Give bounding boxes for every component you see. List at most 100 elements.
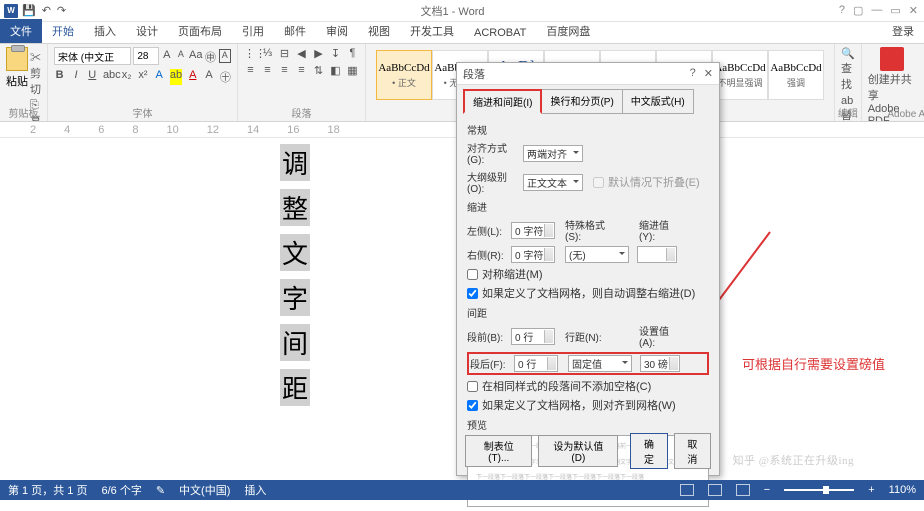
tab-design[interactable]: 设计 xyxy=(126,19,168,43)
doc-char[interactable]: 距 xyxy=(280,369,310,406)
dialog-help-icon[interactable]: ? xyxy=(690,67,696,80)
word-count[interactable]: 6/6 个字 xyxy=(101,482,141,498)
enclose-icon[interactable]: ㊉ xyxy=(220,69,231,85)
doc-char[interactable]: 调 xyxy=(280,144,310,181)
zoom-out-icon[interactable]: − xyxy=(764,484,770,496)
print-view-icon[interactable] xyxy=(708,484,722,496)
tab-asian[interactable]: 中文版式(H) xyxy=(622,89,694,114)
ok-button[interactable]: 确定 xyxy=(630,433,667,469)
align-select[interactable]: 两端对齐 xyxy=(523,145,583,162)
web-view-icon[interactable] xyxy=(736,484,750,496)
align-justify-icon[interactable]: ≡ xyxy=(295,64,308,77)
italic-icon[interactable]: I xyxy=(70,69,81,85)
style-item-7[interactable]: AaBbCcDd强调 xyxy=(768,50,824,100)
left-indent-input[interactable]: 0 字符 xyxy=(511,222,555,239)
read-view-icon[interactable] xyxy=(680,484,694,496)
maximize-icon[interactable]: ▭ xyxy=(890,4,900,17)
show-marks-icon[interactable]: ¶ xyxy=(346,47,359,60)
grid-spacing-checkbox[interactable] xyxy=(467,400,478,411)
superscript-icon[interactable]: x² xyxy=(137,69,148,85)
close-icon[interactable]: ✕ xyxy=(909,4,918,17)
zoom-level[interactable]: 110% xyxy=(889,484,916,496)
tab-references[interactable]: 引用 xyxy=(232,19,274,43)
language-status[interactable]: 中文(中国) xyxy=(179,482,230,498)
tab-view[interactable]: 视图 xyxy=(358,19,400,43)
doc-char[interactable]: 字 xyxy=(280,279,310,316)
noadd-checkbox[interactable] xyxy=(467,381,478,392)
line-spacing-select[interactable]: 固定值 xyxy=(568,355,632,372)
style-item-6[interactable]: AaBbCcDd不明显强调 xyxy=(712,50,768,100)
font-name-select[interactable]: 宋体 (中文正 xyxy=(54,47,131,65)
quick-access-toolbar[interactable]: 💾 ↶ ↷ xyxy=(22,4,66,17)
default-button[interactable]: 设为默认值(D) xyxy=(538,435,618,467)
align-left-icon[interactable]: ≡ xyxy=(244,64,257,77)
grow-font-icon[interactable]: A xyxy=(161,49,173,63)
tab-insert[interactable]: 插入 xyxy=(84,19,126,43)
increase-indent-icon[interactable]: ▶ xyxy=(312,47,325,60)
right-indent-input[interactable]: 0 字符 xyxy=(511,246,555,263)
redo-icon[interactable]: ↷ xyxy=(57,4,66,17)
bullets-icon[interactable]: ⋮⋮ xyxy=(244,47,257,60)
page[interactable]: 调整文字间距 xyxy=(30,138,450,478)
indent-val-input[interactable] xyxy=(637,246,677,263)
tab-developer[interactable]: 开发工具 xyxy=(400,19,464,43)
char-shading-icon[interactable]: A xyxy=(203,69,214,85)
cut-button[interactable]: ✂ 剪切 xyxy=(30,49,41,97)
zoom-slider[interactable] xyxy=(784,489,854,491)
spellcheck-icon[interactable]: ✎ xyxy=(156,484,165,497)
collapse-checkbox[interactable] xyxy=(593,177,604,188)
page-status[interactable]: 第 1 页，共 1 页 xyxy=(8,482,87,498)
tab-mail[interactable]: 邮件 xyxy=(274,19,316,43)
help-icon[interactable]: ? xyxy=(839,4,845,17)
cancel-button[interactable]: 取消 xyxy=(674,433,711,469)
tab-indent-spacing[interactable]: 缩进和间距(I) xyxy=(463,89,542,114)
dialog-close-icon[interactable]: ✕ xyxy=(704,67,713,80)
login-link[interactable]: 登录 xyxy=(882,19,924,43)
tab-file[interactable]: 文件 xyxy=(0,19,42,43)
change-case-icon[interactable]: Aa xyxy=(189,49,202,63)
text-effect-icon[interactable]: A xyxy=(154,69,165,85)
borders-icon[interactable]: ▦ xyxy=(346,64,359,77)
grid-indent-checkbox[interactable] xyxy=(467,288,478,299)
align-right-icon[interactable]: ≡ xyxy=(278,64,291,77)
shading-icon[interactable]: ◧ xyxy=(329,64,342,77)
underline-icon[interactable]: U xyxy=(87,69,98,85)
doc-char[interactable]: 整 xyxy=(280,189,310,226)
ribbon-options-icon[interactable]: ▢ xyxy=(853,4,863,17)
font-size-select[interactable]: 28 xyxy=(133,47,158,65)
dialog-titlebar[interactable]: 段落 ?✕ xyxy=(457,63,719,85)
before-input[interactable]: 0 行 xyxy=(511,328,555,345)
tab-line-page[interactable]: 换行和分页(P) xyxy=(541,89,622,114)
find-button[interactable]: 🔍 查找 xyxy=(841,47,855,92)
tab-baidu[interactable]: 百度网盘 xyxy=(536,19,600,43)
phonetic-icon[interactable]: ㊥ xyxy=(204,49,216,63)
style-item-0[interactable]: AaBbCcDd• 正文 xyxy=(376,50,432,100)
special-select[interactable]: (无) xyxy=(565,246,629,263)
subscript-icon[interactable]: x₂ xyxy=(121,69,132,85)
zoom-in-icon[interactable]: + xyxy=(868,484,874,496)
tab-layout[interactable]: 页面布局 xyxy=(168,19,232,43)
numbering-icon[interactable]: ⅓ xyxy=(261,47,274,60)
tab-review[interactable]: 审阅 xyxy=(316,19,358,43)
sym-indent-checkbox[interactable] xyxy=(467,269,478,280)
undo-icon[interactable]: ↶ xyxy=(42,4,51,17)
align-center-icon[interactable]: ≡ xyxy=(261,64,274,77)
strike-icon[interactable]: abc xyxy=(103,69,116,85)
selected-text[interactable]: 调整文字间距 xyxy=(280,144,310,406)
shrink-font-icon[interactable]: A xyxy=(175,49,187,63)
after-input[interactable]: 0 行 xyxy=(514,355,558,372)
font-color-icon[interactable]: A xyxy=(187,69,198,85)
save-icon[interactable]: 💾 xyxy=(22,4,36,17)
char-border-icon[interactable]: A xyxy=(219,49,231,63)
insert-mode[interactable]: 插入 xyxy=(244,482,266,498)
doc-char[interactable]: 文 xyxy=(280,234,310,271)
doc-char[interactable]: 间 xyxy=(280,324,310,361)
outline-select[interactable]: 正文文本 xyxy=(523,174,583,191)
setval-input[interactable]: 30 磅 xyxy=(640,355,680,372)
highlight-icon[interactable]: ab xyxy=(170,69,182,85)
tab-acrobat[interactable]: ACROBAT xyxy=(464,23,536,43)
tab-home[interactable]: 开始 xyxy=(42,19,84,43)
tabs-button[interactable]: 制表位(T)... xyxy=(465,435,532,467)
bold-icon[interactable]: B xyxy=(54,69,65,85)
line-spacing-icon[interactable]: ⇅ xyxy=(312,64,325,77)
